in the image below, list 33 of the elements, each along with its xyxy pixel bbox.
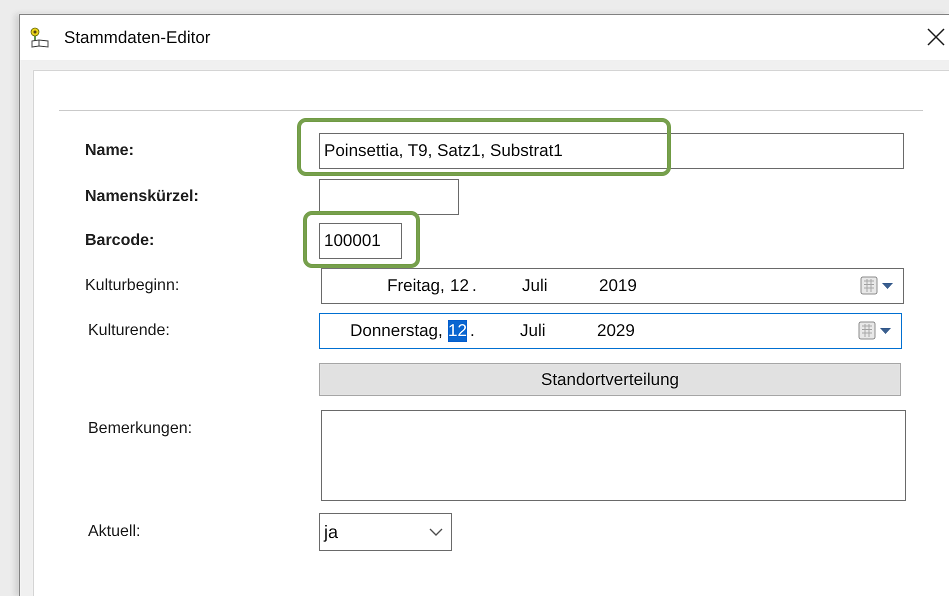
date-part: Juli bbox=[520, 320, 546, 342]
field-label: Name: bbox=[85, 142, 135, 160]
date-part: 12 bbox=[448, 320, 467, 342]
input-field[interactable]: 100001 bbox=[319, 223, 402, 259]
date-field[interactable]: Freitag, 12 . Juli 2019 bbox=[321, 268, 904, 304]
input-field[interactable]: Poinsettia, T9, Satz1, Substrat1 bbox=[319, 133, 904, 169]
date-part: Donnerstag bbox=[350, 320, 438, 342]
date-part: . bbox=[472, 275, 477, 297]
dropdown-field[interactable]: ja bbox=[319, 513, 452, 551]
date-part: 2029 bbox=[597, 320, 635, 342]
flower-book-icon bbox=[28, 26, 50, 48]
field-label: Bemerkungen: bbox=[87, 419, 194, 438]
date-part: 12 bbox=[450, 275, 469, 297]
date-field[interactable]: Donnerstag, 12 . Juli 2029 bbox=[319, 313, 902, 349]
date-part: Freitag bbox=[387, 275, 440, 297]
field-label: Namenskürzel: bbox=[85, 188, 200, 206]
field-label: Kulturende: bbox=[87, 322, 171, 340]
date-part: . bbox=[470, 320, 475, 342]
field-label: Barcode: bbox=[85, 232, 156, 250]
date-part: , bbox=[440, 275, 445, 297]
chevron-down-icon bbox=[429, 528, 443, 536]
window-title: Stammdaten-Editor bbox=[64, 28, 210, 48]
date-part: 2019 bbox=[599, 275, 637, 297]
close-icon[interactable] bbox=[926, 27, 946, 47]
calendar-dropdown-icon[interactable] bbox=[857, 320, 893, 342]
date-part: Juli bbox=[522, 275, 548, 297]
calendar-dropdown-icon[interactable] bbox=[859, 275, 895, 297]
remarks-field[interactable] bbox=[321, 410, 906, 501]
input-field[interactable] bbox=[319, 179, 459, 215]
date-part: , bbox=[438, 320, 443, 342]
location-button[interactable]: Standortverteilung bbox=[319, 363, 901, 396]
field-label: Kulturbeginn: bbox=[85, 277, 180, 295]
field-label: Aktuell: bbox=[87, 523, 142, 541]
